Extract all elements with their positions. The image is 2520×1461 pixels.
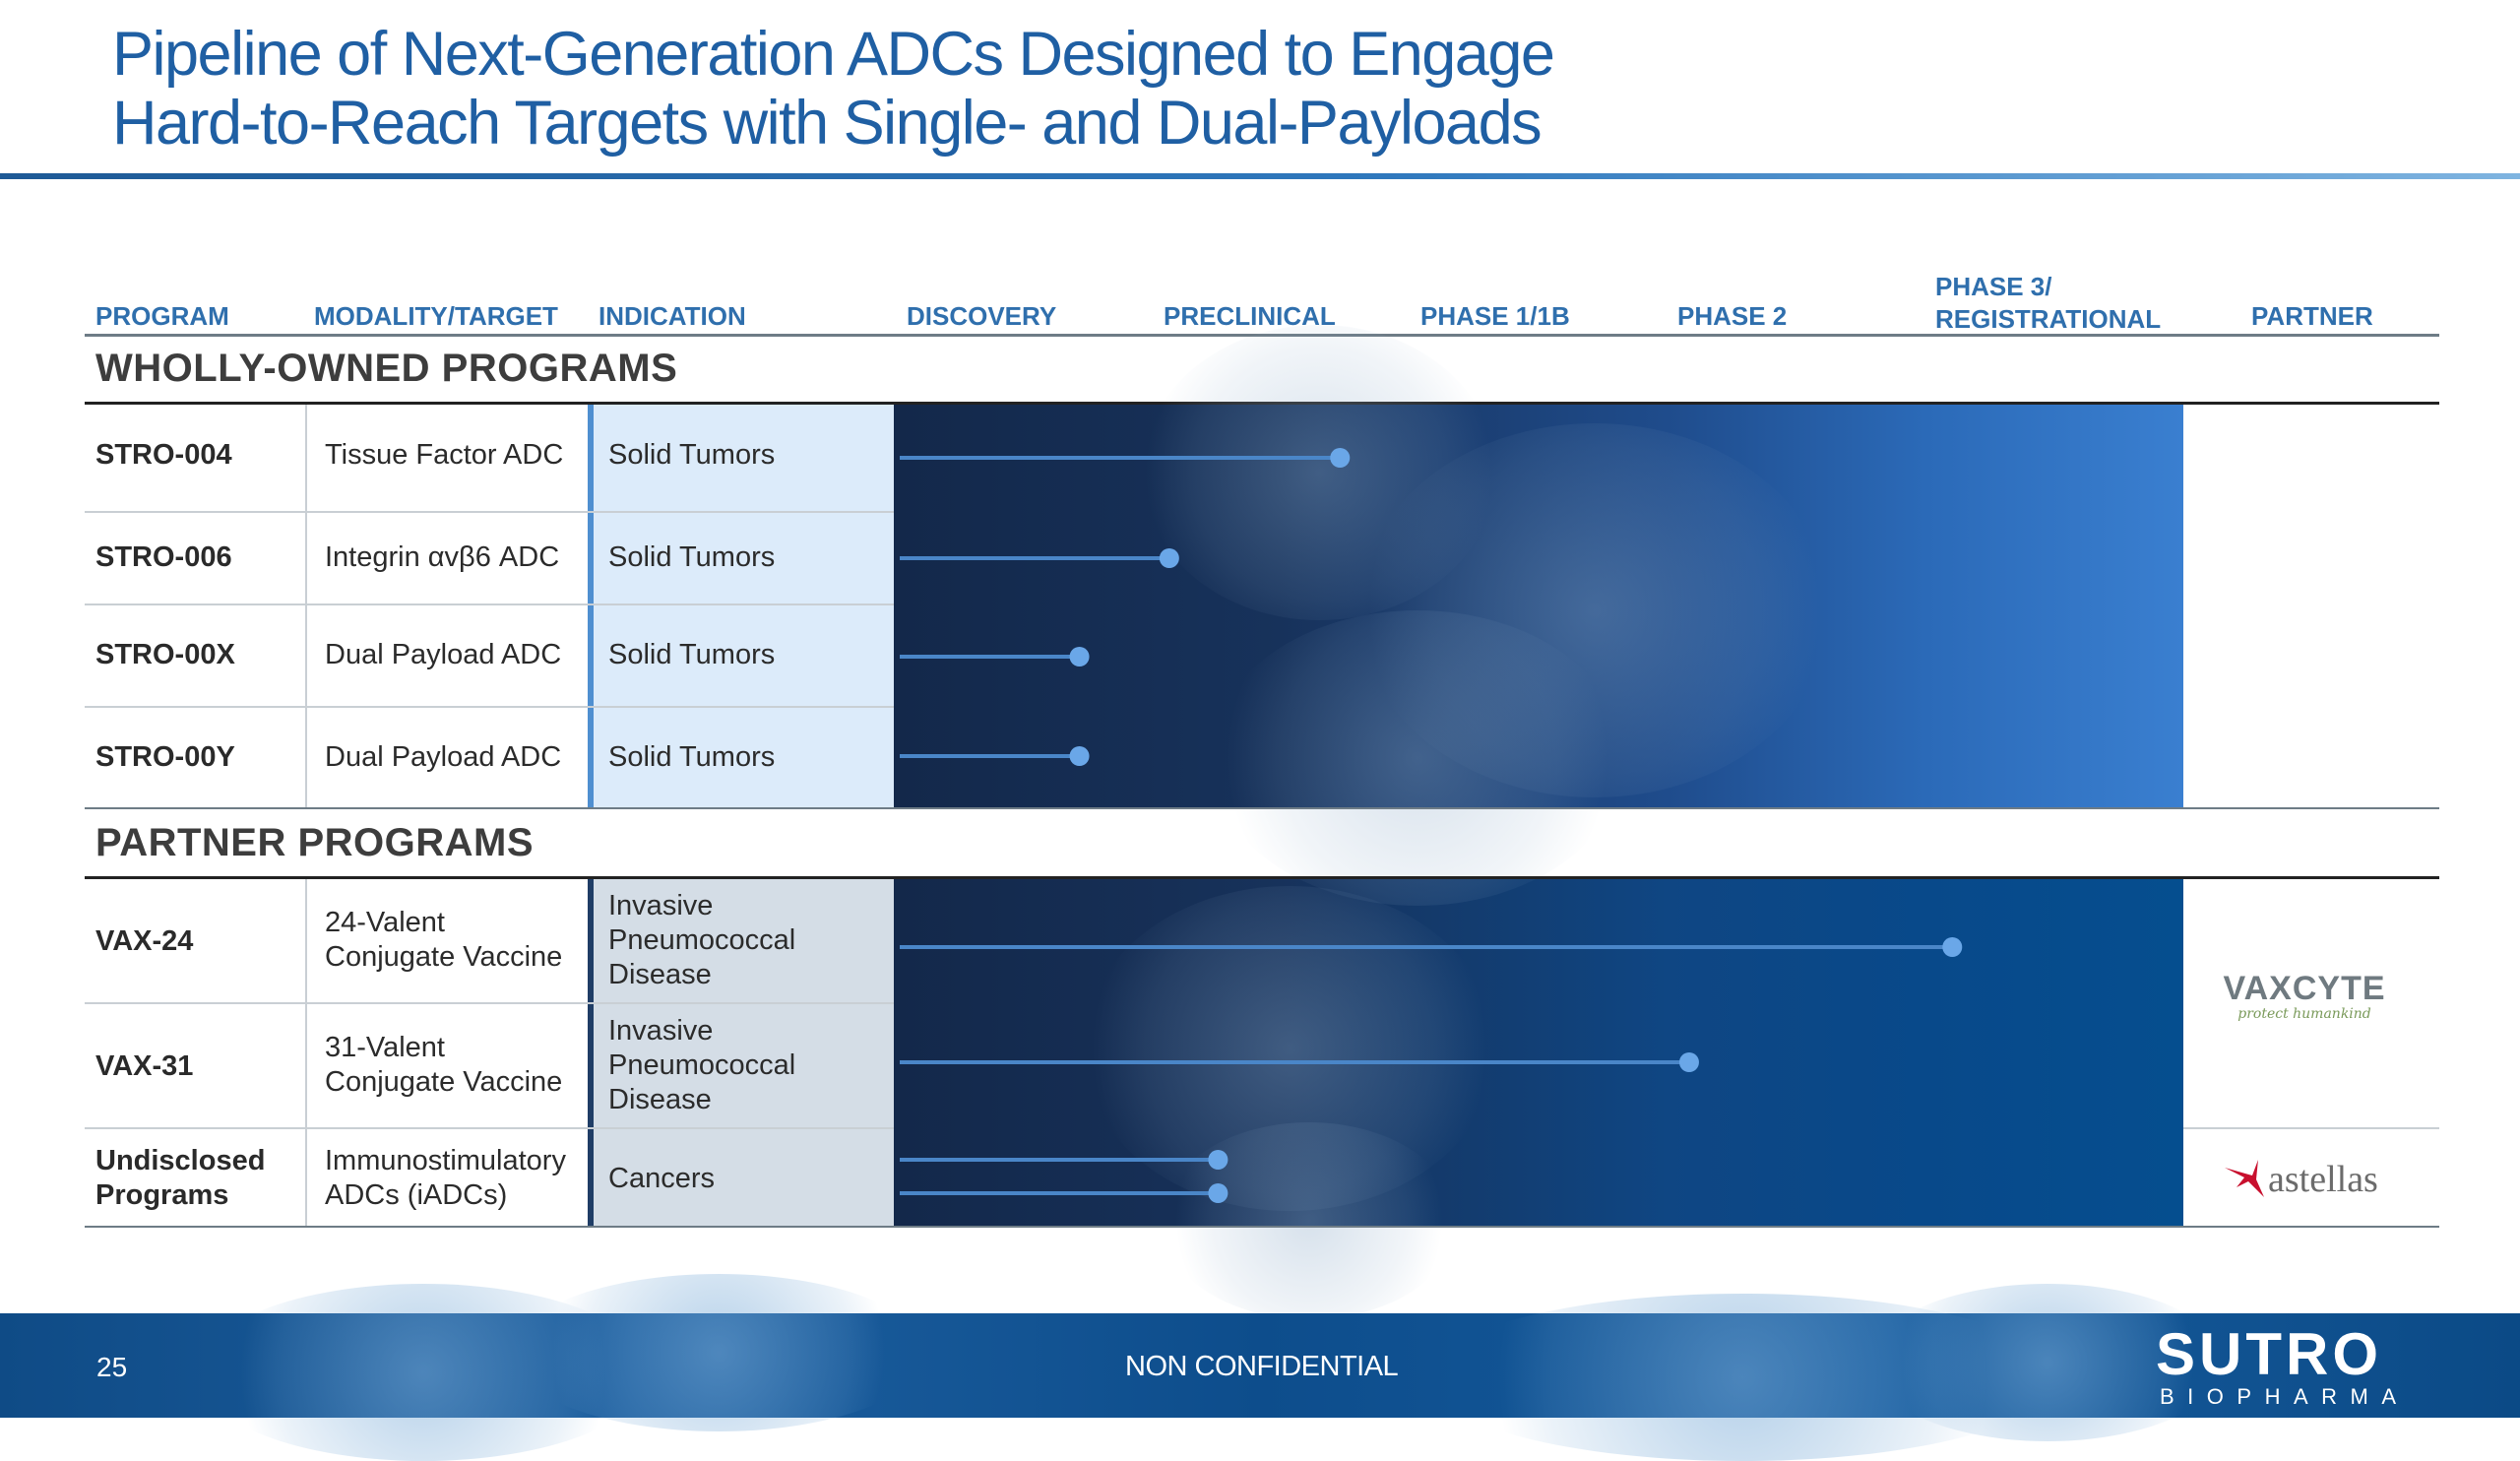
astellas-wordmark: astellas <box>2268 1159 2378 1200</box>
progress-bar-2-marker <box>1159 548 1179 568</box>
astellas-logo: astellas <box>2223 1158 2378 1201</box>
progress-bar-vax31-marker <box>1678 1052 1699 1072</box>
progress-bar-iadc-b-marker <box>1208 1183 1228 1203</box>
vaxcyte-tagline: protect humankind <box>2237 1006 2371 1022</box>
sutro-wordmark: SUTRO <box>2156 1321 2382 1387</box>
vaxcyte-wordmark: VAXCYTE <box>2223 970 2386 1007</box>
sutro-subtitle: BIOPHARMA <box>2160 1384 2410 1409</box>
footer-texture <box>512 1274 925 1431</box>
progress-bar-1-marker <box>1330 448 1351 468</box>
astellas-star-icon <box>2225 1160 2264 1197</box>
page-number: 25 <box>96 1352 128 1382</box>
progress-bar-iadc-a-marker <box>1208 1150 1228 1170</box>
confidentiality-label: NON CONFIDENTIAL <box>1125 1351 1399 1382</box>
progress-bar-3-marker <box>1069 647 1090 667</box>
vaxcyte-logo: VAXCYTE protect humankind <box>2223 970 2386 1022</box>
progress-bars <box>900 448 1963 1203</box>
progress-bar-vax24-marker <box>1942 937 1963 957</box>
progress-bar-4-marker <box>1069 746 1090 766</box>
sutro-logo: SUTRO BIOPHARMA <box>2156 1324 2410 1409</box>
